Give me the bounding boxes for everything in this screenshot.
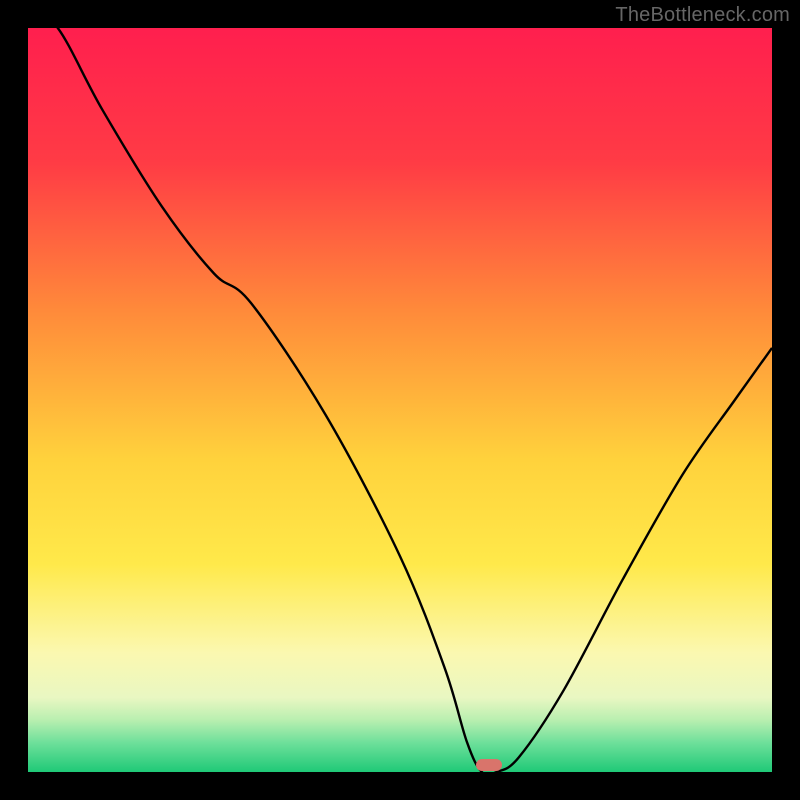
curve-path	[28, 28, 772, 772]
bottleneck-curve	[28, 28, 772, 772]
watermark-text: TheBottleneck.com	[615, 4, 790, 27]
sweet-spot-marker	[476, 759, 502, 771]
chart-stage: TheBottleneck.com	[0, 0, 800, 800]
plot-area	[28, 28, 772, 772]
